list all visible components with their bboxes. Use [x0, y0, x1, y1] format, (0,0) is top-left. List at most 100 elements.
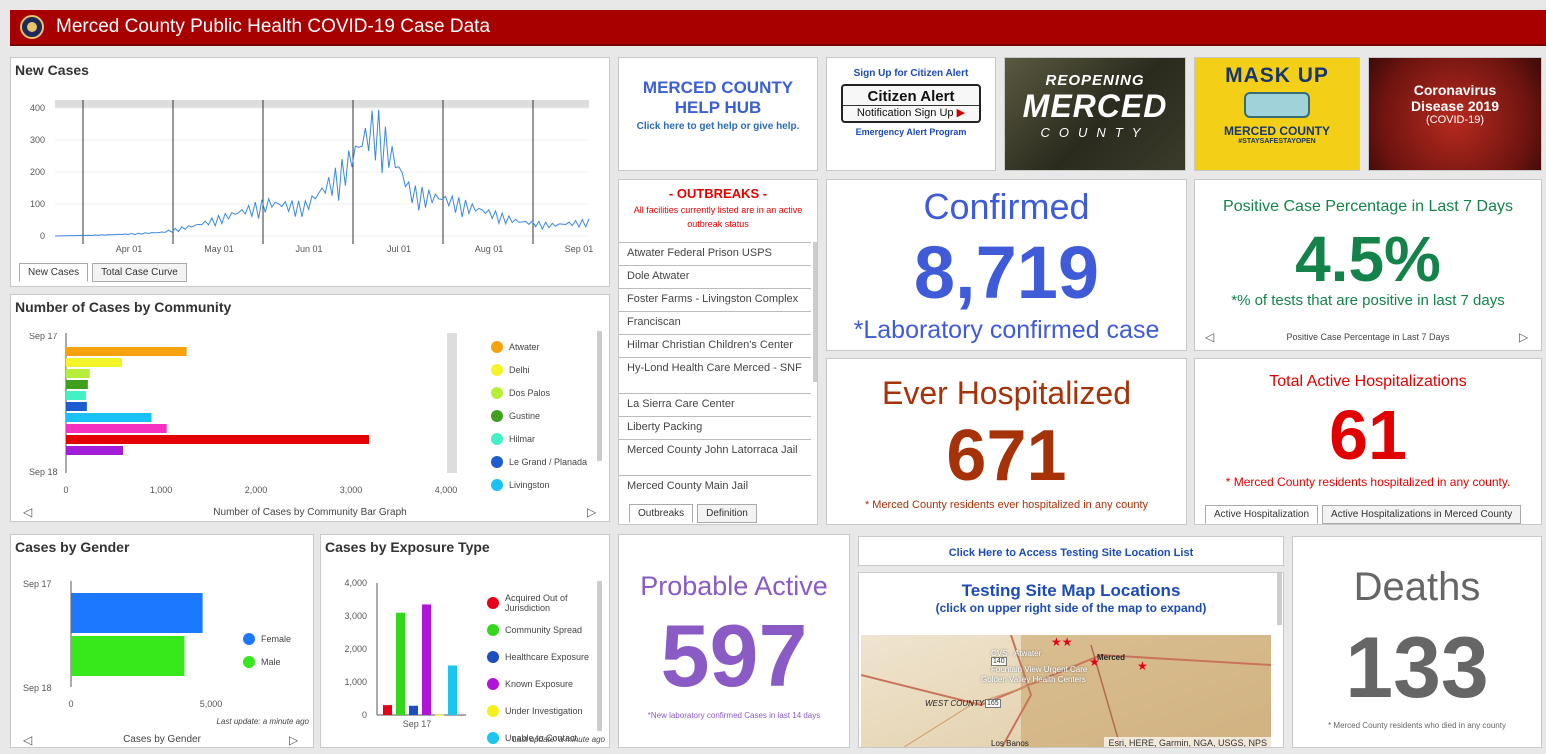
outbreak-list-item[interactable]: Hy-Lond Health Care Merced - SNF	[619, 358, 811, 394]
positive-panel: Positive Case Percentage in Last 7 Days …	[1194, 179, 1542, 351]
confirmed-note: *Laboratory confirmed case	[853, 316, 1160, 344]
gender-panel: Cases by Gender Sep 17 Sep 18 0 5,000 Femal…	[10, 534, 314, 748]
active-hosp-tabs: Active Hospitalization Active Hospitaliz…	[1205, 505, 1522, 524]
new-cases-chart[interactable]: 400 300 200 100 0 Apr 01 May 01 Jun 01 Jul 01 Aug…	[11, 88, 610, 287]
community-bar	[66, 347, 187, 356]
tab-active-hosp-merced[interactable]: Active Hospitalizations in Merced County	[1322, 505, 1522, 524]
outbreak-list-item[interactable]: Foster Farms - Livingston Complex	[619, 289, 811, 312]
outbreak-list-item[interactable]: La Sierra Care Center	[619, 394, 811, 417]
tab-active-hospitalization[interactable]: Active Hospitalization	[1205, 505, 1319, 524]
map-attribution: Esri, HERE, Garmin, NGA, USGS, NPS	[1104, 737, 1271, 747]
y-tick-label: 3,000	[344, 611, 367, 621]
community-bar	[66, 380, 88, 389]
county-seal-icon	[20, 15, 44, 39]
help-hub-panel[interactable]: MERCED COUNTY HELP HUB Click here to get…	[618, 57, 818, 171]
tab-total-case-curve[interactable]: Total Case Curve	[92, 263, 187, 282]
legend-label: Under Investigation	[505, 705, 583, 716]
gender-title: Cases by Gender	[15, 539, 130, 555]
legend-item[interactable]: Atwater	[491, 335, 587, 358]
outbreak-list-item[interactable]: Liberty Packing	[619, 417, 811, 440]
y-tick-label: 1,000	[344, 677, 367, 687]
gender-footer: Cases by Gender	[123, 734, 201, 745]
next-arrow-icon[interactable]: ▷	[587, 505, 596, 519]
testing-map[interactable]: ★★ ★ ★ CVS - Atwater Merced Fountain Vie…	[861, 635, 1271, 748]
legend-item[interactable]: Community Spread	[487, 616, 597, 643]
outbreaks-scrollbar[interactable]	[813, 242, 817, 382]
legend-item[interactable]: Acquired Out of Jurisdiction	[487, 589, 597, 616]
outbreaks-list[interactable]: Atwater Federal Prison USPS Dole Atwater F…	[619, 242, 811, 492]
legend-item[interactable]: Healthcare Exposure	[487, 643, 597, 670]
legend-swatch	[491, 340, 503, 353]
community-panel: Number of Cases by Community Sep 17 Sep 1…	[10, 294, 610, 522]
y-tick-label: 0	[362, 710, 367, 720]
outbreak-list-item[interactable]: Franciscan	[619, 312, 811, 335]
legend-swatch	[487, 623, 499, 636]
x-tick-label: 0	[63, 485, 68, 495]
legend-item[interactable]: Female	[243, 627, 291, 650]
positive-value: 4.5%	[1295, 223, 1441, 295]
outbreak-list-item[interactable]: Merced County John Latorraca Jail	[619, 440, 811, 476]
citizen-alert-button[interactable]: Citizen Alert Notification Sign Up ▶	[841, 84, 981, 123]
community-chart[interactable]: Sep 17 Sep 18 0 1,000 2,000 3,000 4,000	[11, 333, 471, 503]
reopening-l1: REOPENING	[1045, 72, 1145, 89]
map-label: Los Banos	[991, 739, 1029, 748]
new-cases-line	[54, 109, 590, 237]
legend-item[interactable]: Known Exposure	[487, 670, 597, 697]
community-bar	[66, 391, 86, 400]
testing-list-text: Click Here to Access Testing Site Locati…	[948, 547, 1194, 559]
legend-swatch	[487, 677, 499, 690]
x-tick-label: Jul 01	[387, 244, 411, 254]
legend-label: Le Grand / Planada	[509, 456, 588, 467]
exposure-legend: Acquired Out of Jurisdiction Community Sp…	[487, 589, 597, 747]
outbreak-list-item[interactable]: Hilmar Christian Children's Center	[619, 335, 811, 358]
legend-item[interactable]: Dos Palos	[491, 381, 587, 404]
new-cases-tabs: New Cases Total Case Curve	[19, 263, 187, 282]
community-bar	[66, 413, 152, 422]
legend-item[interactable]: Male	[243, 650, 291, 673]
legend-label: Livingston	[509, 479, 550, 490]
outbreak-list-item[interactable]: Atwater Federal Prison USPS	[619, 243, 811, 266]
testing-map-scrollbar[interactable]	[1277, 573, 1282, 625]
tab-outbreaks[interactable]: Outbreaks	[629, 504, 694, 523]
community-scrollbar[interactable]	[597, 331, 602, 461]
exposure-bar	[448, 665, 457, 715]
legend-item[interactable]: Hilmar	[491, 427, 587, 450]
outbreak-list-item[interactable]: Dole Atwater	[619, 266, 811, 289]
outbreak-list-item[interactable]: Merced County Main Jail	[619, 476, 811, 492]
testing-list-link[interactable]: Click Here to Access Testing Site Locati…	[858, 536, 1284, 566]
reopening-merced-banner[interactable]: REOPENING MERCED COUNTY	[1004, 57, 1186, 171]
gender-chart[interactable]: Sep 17 Sep 18 0 5,000	[11, 573, 231, 713]
legend-item[interactable]: Under Investigation	[487, 697, 597, 724]
x-tick-label: Apr 01	[116, 244, 143, 254]
citizen-alert-panel[interactable]: Sign Up for Citizen Alert Citizen Alert …	[826, 57, 996, 171]
legend-label: Dos Palos	[509, 387, 551, 398]
legend-item[interactable]: Gustine	[491, 404, 587, 427]
legend-swatch	[487, 704, 499, 717]
legend-label: Known Exposure	[505, 678, 574, 689]
positive-next-arrow-icon[interactable]: ▷	[1519, 330, 1528, 344]
x-tick-label: 4,000	[435, 485, 458, 495]
range-slider	[55, 100, 589, 108]
legend-item[interactable]: Le Grand / Planada	[491, 450, 587, 473]
mask-up-banner[interactable]: MASK UP MERCED COUNTY #STAYSAFESTAYOPEN	[1194, 57, 1360, 171]
legend-item[interactable]: Delhi	[491, 358, 587, 381]
community-footer: Number of Cases by Community Bar Graph	[213, 507, 407, 518]
legend-item[interactable]: Livingston	[491, 473, 587, 496]
y-tick-label: 2,000	[344, 644, 367, 654]
help-hub-line2: HELP HUB	[674, 98, 762, 117]
maskup-l2: MERCED COUNTY	[1223, 124, 1330, 138]
exposure-chart[interactable]: 4,000 3,000 2,000 1,000 0 Sep 17	[321, 573, 471, 743]
legend-label: Female	[261, 633, 292, 644]
legend-label: Delhi	[509, 364, 530, 375]
exposure-scrollbar[interactable]	[597, 581, 602, 731]
gender-next-arrow-icon[interactable]: ▷	[289, 733, 298, 747]
exposure-panel: Cases by Exposure Type 4,000 3,000 2,000 1,…	[320, 534, 610, 748]
tab-new-cases[interactable]: New Cases	[19, 263, 89, 282]
coronavirus-banner[interactable]: Coronavirus Disease 2019 (COVID-19)	[1368, 57, 1542, 171]
legend-swatch	[487, 731, 499, 744]
exposure-bar	[422, 604, 431, 715]
tab-definition[interactable]: Definition	[697, 504, 757, 523]
deaths-note: * Merced County residents who died in an…	[1328, 721, 1506, 730]
legend-swatch	[491, 455, 503, 468]
deaths-value: 133	[1345, 620, 1489, 716]
